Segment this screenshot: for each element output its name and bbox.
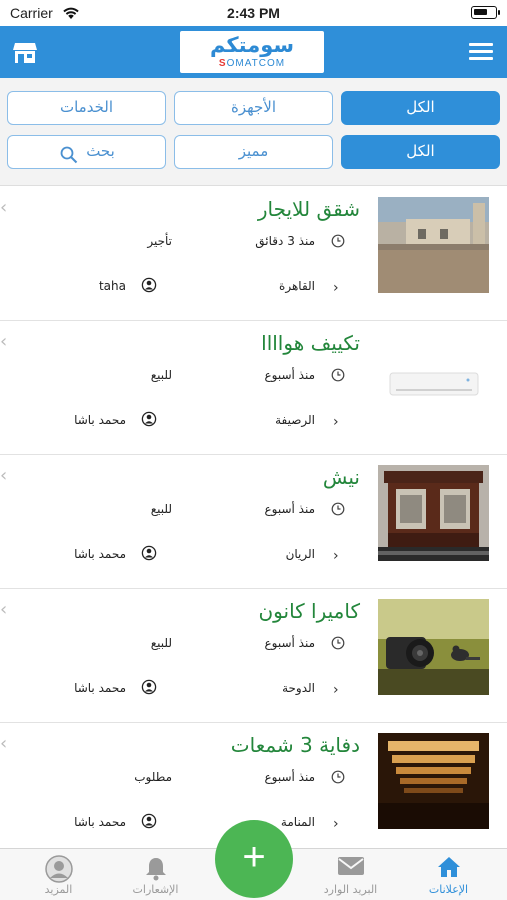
user-icon (141, 545, 157, 565)
listing-user: محمد باشا (74, 547, 126, 561)
filter-type-all-button[interactable]: الكل (341, 135, 500, 169)
store-icon[interactable] (12, 41, 38, 65)
location-chevron-icon: › (333, 280, 339, 296)
app-header: سومتكم SOMATCOM (0, 26, 507, 78)
chevron-left-icon: ‹ (0, 465, 8, 486)
user-icon (141, 813, 157, 833)
clock-icon (331, 769, 345, 788)
chevron-left-icon: ‹ (0, 197, 8, 218)
listing-location: الرصيفة (275, 413, 315, 427)
user-icon (141, 679, 157, 699)
tab-more[interactable]: المزيد (8, 849, 109, 900)
listing-user: taha (98, 279, 126, 293)
logo-arabic-text: سومتكم (209, 33, 295, 57)
clock-icon (331, 233, 345, 252)
listing-item[interactable]: تكييف هواااا منذ أسبوع للبيع › الرصيفة م… (0, 321, 507, 455)
listing-location: القاهرة (279, 279, 315, 293)
listing-type: للبيع (150, 502, 172, 516)
user-icon (141, 411, 157, 431)
tab-notifications[interactable]: الإشعارات (105, 849, 206, 900)
clock-icon (331, 367, 345, 386)
home-icon (436, 855, 462, 883)
listing-thumbnail (378, 331, 489, 427)
location-chevron-icon: › (333, 682, 339, 698)
filter-category-all-button[interactable]: الكل (341, 91, 500, 125)
listing-time: منذ 3 دقائق (255, 234, 315, 248)
listing-time: منذ أسبوع (264, 770, 315, 784)
listing-type: مطلوب (134, 770, 172, 784)
clock-icon (331, 635, 345, 654)
tab-inbox[interactable]: البريد الوارد (300, 849, 401, 900)
filter-featured-button[interactable]: مميز (174, 135, 333, 169)
filter-category-devices-button[interactable]: الأجهزة (174, 91, 333, 125)
listing-thumbnail (378, 197, 489, 293)
listing-type: للبيع (150, 368, 172, 382)
mail-icon (337, 855, 365, 881)
listing-user: محمد باشا (74, 815, 126, 829)
search-icon (60, 144, 78, 175)
location-chevron-icon: › (333, 414, 339, 430)
listing-type: تأجير (147, 234, 172, 248)
app-logo: سومتكم SOMATCOM (180, 31, 324, 73)
listing-location: الريان (285, 547, 315, 561)
listing-thumbnail (378, 599, 489, 695)
listing-time: منذ أسبوع (264, 368, 315, 382)
hamburger-menu-icon[interactable] (469, 43, 493, 61)
search-label: بحث (86, 142, 115, 160)
listing-title: شقق للايجار (257, 197, 360, 221)
listing-user: محمد باشا (74, 681, 126, 695)
user-icon (141, 277, 157, 297)
filter-panel: الكل الأجهزة الخدمات الكل مميز بحث (0, 78, 507, 186)
listing-thumbnail (378, 465, 489, 561)
location-chevron-icon: › (333, 548, 339, 564)
battery-icon (471, 6, 500, 19)
listing-title: دفاية 3 شمعات (230, 733, 360, 757)
listing-item[interactable]: كاميرا كانون منذ أسبوع للبيع › الدوحة مح… (0, 589, 507, 723)
listing-title: كاميرا كانون (258, 599, 360, 623)
listing-item[interactable]: نيش منذ أسبوع للبيع › الريان محمد باشا ‹ (0, 455, 507, 589)
listing-type: للبيع (150, 636, 172, 650)
listing-title: تكييف هواااا (261, 331, 360, 355)
listing-time: منذ أسبوع (264, 636, 315, 650)
search-button[interactable]: بحث (7, 135, 166, 169)
listing-thumbnail (378, 733, 489, 829)
add-listing-button[interactable]: + (215, 820, 293, 898)
tab-more-label: المزيد (44, 883, 73, 896)
logo-latin-text: SOMATCOM (218, 58, 286, 69)
listing-user: محمد باشا (74, 413, 126, 427)
bell-icon (144, 855, 168, 885)
tab-ads-label: الإعلانات (428, 883, 469, 896)
listing-time: منذ أسبوع (264, 502, 315, 516)
listing-title: نيش (322, 465, 360, 489)
location-chevron-icon: › (333, 816, 339, 832)
clock-time: 2:43 PM (227, 5, 280, 21)
tab-notifications-label: الإشعارات (132, 883, 179, 896)
chevron-left-icon: ‹ (0, 599, 8, 620)
clock-icon (331, 501, 345, 520)
tab-inbox-label: البريد الوارد (323, 883, 378, 896)
tab-ads[interactable]: الإعلانات (398, 849, 499, 900)
status-bar: Carrier 2:43 PM (0, 0, 507, 26)
listing-location: المنامة (280, 815, 315, 829)
chevron-left-icon: ‹ (0, 331, 8, 352)
filter-category-services-button[interactable]: الخدمات (7, 91, 166, 125)
listing-location: الدوحة (282, 681, 315, 695)
chevron-left-icon: ‹ (0, 733, 8, 754)
listing-item[interactable]: شقق للايجار منذ 3 دقائق تأجير › القاهرة … (0, 187, 507, 321)
